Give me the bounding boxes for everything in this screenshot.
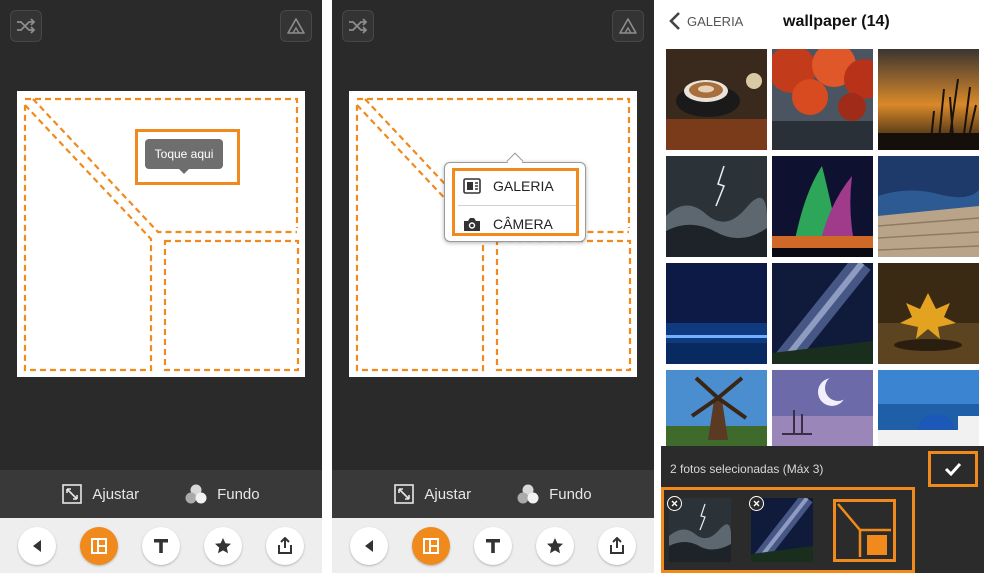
share-icon	[278, 536, 292, 554]
shuffle-icon	[349, 18, 368, 34]
selection-count: 2 fotos selecionadas (Máx 3)	[670, 462, 824, 476]
share-button[interactable]	[598, 526, 636, 565]
photo-autumn-leaves[interactable]	[772, 49, 873, 150]
sticker-button[interactable]	[536, 526, 574, 565]
resize-icon	[394, 484, 415, 504]
back-icon	[365, 539, 373, 552]
recycle-button[interactable]	[612, 10, 644, 42]
text-icon	[154, 538, 168, 553]
background-label: Fundo	[549, 485, 592, 503]
album-title: wallpaper (14)	[783, 13, 890, 30]
gallery-back-button[interactable]: GALERIA	[669, 11, 743, 31]
layout-icon	[91, 537, 107, 554]
chevron-left-icon	[669, 12, 680, 30]
editor-panel-source-menu: Ajustar Fundo	[332, 0, 654, 573]
resize-icon	[62, 484, 83, 504]
star-icon	[215, 537, 231, 553]
back-button[interactable]	[18, 526, 56, 565]
photo-storm-sea[interactable]	[666, 156, 767, 257]
edit-toolbar: Ajustar Fundo	[0, 470, 322, 518]
photo-milky-way[interactable]	[772, 263, 873, 364]
shuffle-icon	[17, 18, 36, 34]
layout-preview-icon	[837, 503, 891, 557]
star-icon	[547, 537, 563, 553]
layout-icon	[423, 537, 439, 554]
photo-coffee[interactable]	[666, 49, 767, 150]
photo-aurora[interactable]	[772, 156, 873, 257]
recycle-icon	[619, 18, 637, 34]
adjust-button[interactable]: Ajustar	[62, 484, 139, 504]
recycle-button[interactable]	[280, 10, 312, 42]
background-label: Fundo	[217, 485, 260, 503]
back-button[interactable]	[350, 526, 388, 565]
selection-tray: 2 fotos selecionadas (Máx 3)	[661, 446, 984, 573]
layout-button[interactable]	[412, 526, 450, 565]
photo-grid	[661, 44, 984, 446]
close-icon	[753, 500, 760, 507]
photo-moon-ship[interactable]	[772, 370, 873, 446]
text-button[interactable]	[142, 526, 180, 565]
sticker-button[interactable]	[204, 526, 242, 565]
bottom-navigation	[0, 518, 322, 573]
adjust-button[interactable]: Ajustar	[394, 484, 471, 504]
text-button[interactable]	[474, 526, 512, 565]
photo-autumn-leaf[interactable]	[878, 263, 979, 364]
tooltip-arrow	[179, 169, 189, 174]
photo-santorini[interactable]	[878, 370, 979, 446]
back-icon	[33, 539, 41, 552]
tap-here-tooltip[interactable]: Toque aqui	[145, 139, 223, 169]
photo-windmill[interactable]	[666, 370, 767, 446]
remove-photo-button[interactable]	[667, 496, 682, 511]
edit-toolbar: Ajustar Fundo	[332, 470, 654, 518]
photo-ocean-dock[interactable]	[878, 156, 979, 257]
circles-icon	[517, 484, 539, 504]
layout-preview[interactable]	[833, 499, 896, 562]
close-icon	[671, 500, 678, 507]
remove-photo-button[interactable]	[749, 496, 764, 511]
bottom-navigation	[332, 518, 654, 573]
check-icon	[944, 462, 962, 476]
shuffle-button[interactable]	[10, 10, 42, 42]
layout-button[interactable]	[80, 526, 118, 565]
text-icon	[486, 538, 500, 553]
share-button[interactable]	[266, 526, 304, 565]
gallery-back-label: GALERIA	[687, 13, 744, 29]
photo-night-lake[interactable]	[666, 263, 767, 364]
photo-sunset-grass[interactable]	[878, 49, 979, 150]
circles-icon	[185, 484, 207, 504]
source-menu-highlight	[452, 168, 579, 236]
gallery-picker-panel: GALERIA wallpaper (14) 2 fotos seleciona…	[661, 0, 984, 573]
background-button[interactable]: Fundo	[185, 484, 260, 504]
shuffle-button[interactable]	[342, 10, 374, 42]
adjust-label: Ajustar	[424, 485, 472, 503]
confirm-button[interactable]	[928, 451, 978, 487]
adjust-label: Ajustar	[92, 485, 140, 503]
recycle-icon	[287, 18, 305, 34]
background-button[interactable]: Fundo	[517, 484, 592, 504]
share-icon	[610, 536, 624, 554]
editor-panel-tooltip: Toque aqui Ajustar Fundo	[0, 0, 322, 573]
gallery-header: GALERIA wallpaper (14)	[661, 0, 984, 44]
